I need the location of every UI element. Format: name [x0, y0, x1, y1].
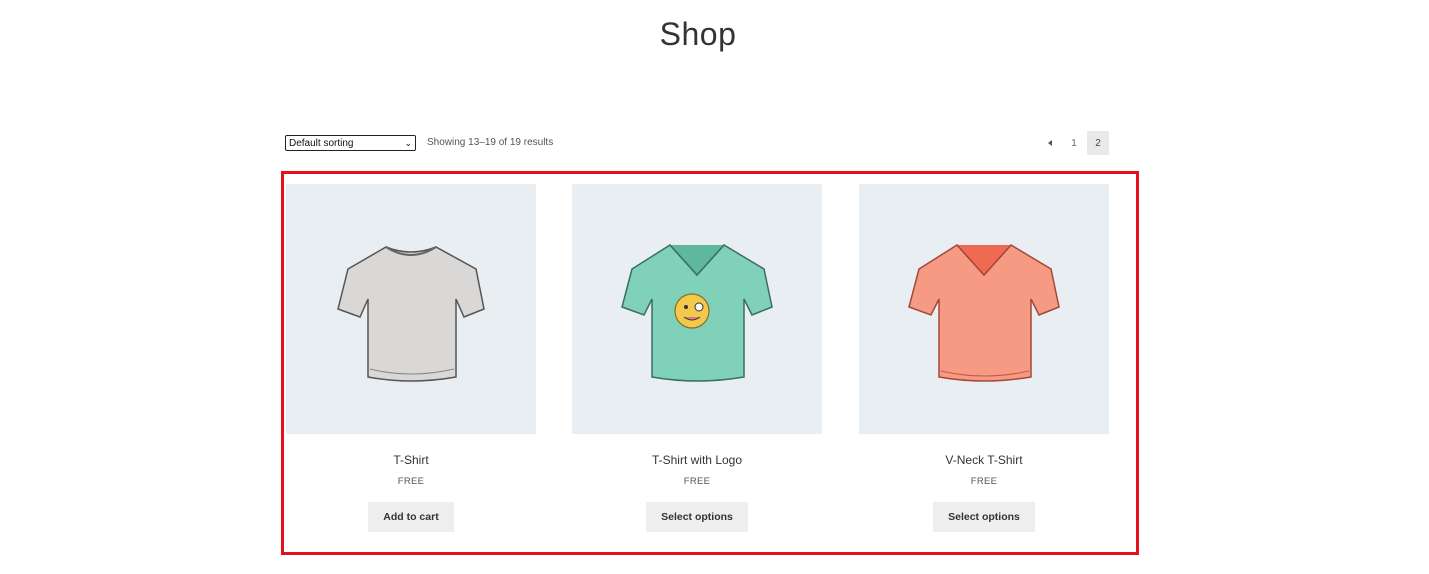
product-image[interactable]: [572, 184, 822, 434]
product-name[interactable]: V-Neck T-Shirt: [859, 453, 1109, 467]
product-image[interactable]: [286, 184, 536, 434]
product-card: T-Shirt with Logo FREE Select options: [572, 184, 822, 532]
product-name[interactable]: T-Shirt: [286, 453, 536, 467]
vneck-tshirt-icon: [908, 244, 1060, 382]
add-to-cart-button[interactable]: Add to cart: [368, 502, 454, 532]
select-options-button[interactable]: Select options: [933, 502, 1035, 532]
pagination-page-2: 2: [1087, 131, 1109, 155]
product-card: T-Shirt FREE Add to cart: [286, 184, 536, 532]
pagination-page-1[interactable]: 1: [1063, 131, 1085, 155]
triangle-left-icon: [1048, 140, 1052, 146]
tshirt-icon: [337, 246, 485, 382]
page-title: Shop: [659, 16, 737, 52]
pagination-prev[interactable]: [1039, 131, 1061, 155]
shop-toolbar: Default sorting ⌄ Showing 13–19 of 19 re…: [285, 131, 1109, 155]
sort-select-value: Default sorting: [289, 137, 354, 149]
product-name[interactable]: T-Shirt with Logo: [572, 453, 822, 467]
select-options-button[interactable]: Select options: [646, 502, 748, 532]
pagination: 1 2: [1039, 131, 1109, 155]
sort-select[interactable]: Default sorting ⌄: [285, 135, 416, 151]
product-price: FREE: [970, 476, 998, 487]
tshirt-logo-icon: [621, 244, 773, 382]
product-price: FREE: [397, 476, 425, 487]
result-count: Showing 13–19 of 19 results: [427, 137, 554, 148]
product-price: FREE: [683, 476, 711, 487]
chevron-down-icon: ⌄: [404, 137, 412, 148]
product-card: V-Neck T-Shirt FREE Select options: [859, 184, 1109, 532]
product-image[interactable]: [859, 184, 1109, 434]
